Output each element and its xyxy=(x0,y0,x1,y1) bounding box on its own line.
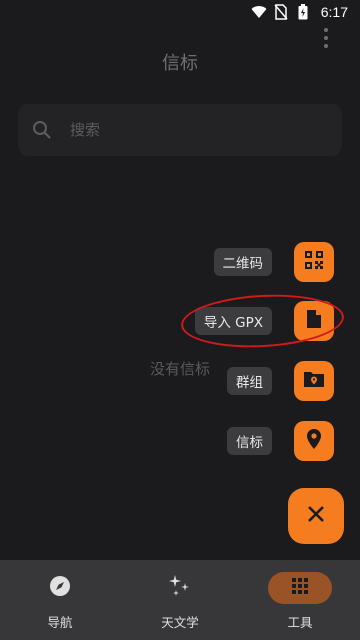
compass-icon xyxy=(49,575,71,601)
nav-icon-container xyxy=(28,572,92,604)
fab-menu-item-group[interactable]: 群组 xyxy=(227,361,334,401)
qr-code-button[interactable] xyxy=(294,242,334,282)
fab-menu-item-beacon[interactable]: 信标 xyxy=(227,421,334,461)
nav-icon-container-active xyxy=(268,572,332,604)
group-button[interactable] xyxy=(294,361,334,401)
grid-icon xyxy=(291,577,309,599)
nav-item-astronomy[interactable]: 天文学 xyxy=(120,560,240,640)
nav-item-navigation[interactable]: 导航 xyxy=(0,560,120,640)
nav-icon-container xyxy=(148,572,212,604)
status-time: 6:17 xyxy=(320,4,348,20)
sparkles-icon xyxy=(168,574,192,602)
search-input[interactable] xyxy=(68,120,302,140)
file-icon xyxy=(306,309,322,333)
fab-label-beacon[interactable]: 信标 xyxy=(227,427,272,455)
nav-item-tools[interactable]: 工具 xyxy=(240,560,360,640)
nav-label: 天文学 xyxy=(161,615,199,630)
beacon-button[interactable] xyxy=(294,421,334,461)
close-fab-button[interactable] xyxy=(288,488,344,544)
fab-label-qr-code[interactable]: 二维码 xyxy=(213,248,272,276)
import-gpx-button[interactable] xyxy=(294,301,334,341)
search-bar[interactable] xyxy=(18,104,342,156)
wifi-icon xyxy=(251,4,267,20)
battery-icon xyxy=(295,4,311,20)
page-title: 信标 xyxy=(162,53,198,74)
search-icon xyxy=(32,120,52,140)
nav-label: 工具 xyxy=(287,615,313,630)
nav-label: 导航 xyxy=(47,615,73,630)
folder-location-icon xyxy=(303,370,325,392)
fab-menu-item-import-gpx[interactable]: 导入 GPX xyxy=(194,301,334,341)
fab-label-import-gpx[interactable]: 导入 GPX xyxy=(194,307,272,335)
bottom-navigation: 导航 天文学 工具 xyxy=(0,560,360,640)
fab-menu-item-qr-code[interactable]: 二维码 xyxy=(213,242,334,282)
close-icon xyxy=(307,505,325,527)
location-pin-icon xyxy=(306,428,322,454)
fab-label-group[interactable]: 群组 xyxy=(227,367,272,395)
no-sim-icon xyxy=(273,4,289,20)
app-bar: 信标 xyxy=(0,24,360,100)
status-bar: 6:17 xyxy=(0,0,360,24)
qr-code-icon xyxy=(304,250,324,274)
overflow-menu-icon[interactable] xyxy=(320,28,332,48)
